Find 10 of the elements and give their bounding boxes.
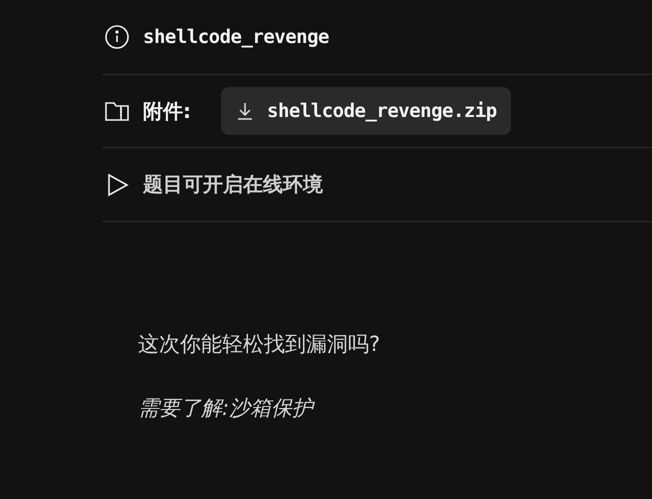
download-button[interactable]: shellcode_revenge.zip	[221, 87, 511, 135]
info-icon	[105, 25, 129, 49]
description-text: 这次你能轻松找到漏洞吗?	[138, 331, 382, 358]
play-icon	[105, 172, 129, 196]
online-environment-link[interactable]: 题目可开启在线环境	[143, 171, 323, 198]
description-text: 需要了解:沙箱保护	[138, 395, 316, 422]
attachment-label: 附件:	[143, 98, 191, 124]
download-icon	[237, 102, 253, 120]
folder-zip-icon	[105, 100, 129, 122]
challenge-title: shellcode_revenge	[143, 26, 329, 48]
